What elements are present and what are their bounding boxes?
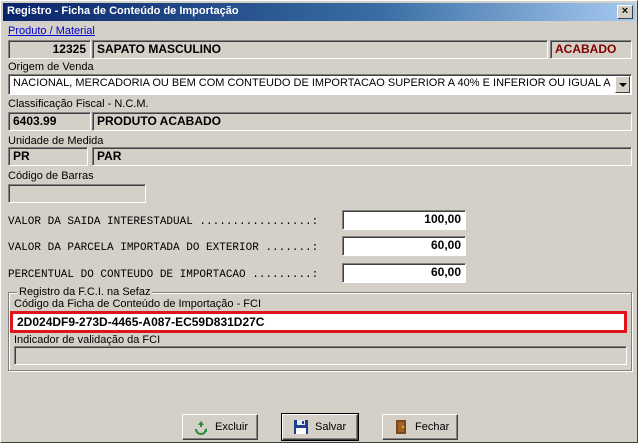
- unidade-code-field[interactable]: PR: [8, 147, 88, 166]
- door-icon: [396, 420, 406, 434]
- valor-saida-label: VALOR DA SAIDA INTERESTADUAL ...........…: [8, 216, 319, 228]
- unidade-label: Unidade de Medida: [8, 135, 104, 147]
- valor-parcela-label: VALOR DA PARCELA IMPORTADA DO EXTERIOR .…: [8, 242, 319, 254]
- salvar-button[interactable]: Salvar: [281, 413, 359, 441]
- percentual-input[interactable]: 60,00: [342, 263, 466, 283]
- window-title: Registro - Ficha de Conteúdo de Importaç…: [7, 5, 239, 17]
- close-icon: ×: [621, 5, 629, 17]
- produto-code-field[interactable]: 12325: [8, 40, 91, 59]
- fci-group-title: Registro da F.C.I. na Sefaz: [17, 286, 153, 298]
- ncm-label: Classificação Fiscal - N.C.M.: [8, 98, 149, 110]
- origem-select[interactable]: NACIONAL, MERCADORIA OU BEM COM CONTEUDO…: [8, 74, 632, 95]
- codigo-barras-label: Código de Barras: [8, 170, 94, 182]
- excluir-button[interactable]: Excluir: [182, 414, 258, 440]
- percentual-label: PERCENTUAL DO CONTEUDO DE IMPORTACAO ...…: [8, 269, 319, 281]
- origem-label: Origem de Venda: [8, 61, 94, 73]
- fci-codigo-input[interactable]: 2D024DF9-273D-4465-A087-EC59D831D27C: [10, 311, 627, 333]
- salvar-label: Salvar: [315, 421, 347, 433]
- origem-select-value: NACIONAL, MERCADORIA OU BEM COM CONTEUDO…: [13, 77, 613, 89]
- fci-indicador-field: [14, 346, 627, 365]
- title-bar: Registro - Ficha de Conteúdo de Importaç…: [3, 3, 635, 21]
- fci-indicador-label: Indicador de validação da FCI: [14, 334, 161, 346]
- produto-link[interactable]: Produto / Material: [8, 25, 95, 37]
- valor-saida-input[interactable]: 100,00: [342, 210, 466, 230]
- fci-window: Registro - Ficha de Conteúdo de Importaç…: [0, 0, 638, 443]
- ncm-code-field[interactable]: 6403.99: [8, 112, 91, 131]
- chevron-down-icon[interactable]: [615, 76, 630, 93]
- ncm-description-field: PRODUTO ACABADO: [92, 112, 632, 131]
- close-window-button[interactable]: ×: [617, 5, 633, 19]
- codigo-barras-field[interactable]: [8, 184, 146, 203]
- fci-codigo-label: Código da Ficha de Conteúdo de Importaçã…: [14, 298, 262, 310]
- recycle-icon: [195, 421, 207, 435]
- floppy-disk-icon: [294, 420, 308, 434]
- produto-status-field: ACABADO: [550, 40, 632, 59]
- fci-codigo-value: 2D024DF9-273D-4465-A087-EC59D831D27C: [17, 315, 265, 329]
- valor-parcela-input[interactable]: 60,00: [342, 236, 466, 256]
- fechar-button[interactable]: Fechar: [382, 414, 458, 440]
- fci-groupbox: Registro da F.C.I. na Sefaz Código da Fi…: [8, 286, 632, 371]
- fechar-label: Fechar: [415, 421, 450, 433]
- produto-name-field[interactable]: SAPATO MASCULINO: [92, 40, 548, 59]
- excluir-label: Excluir: [215, 421, 249, 433]
- unidade-description-field: PAR: [92, 147, 632, 166]
